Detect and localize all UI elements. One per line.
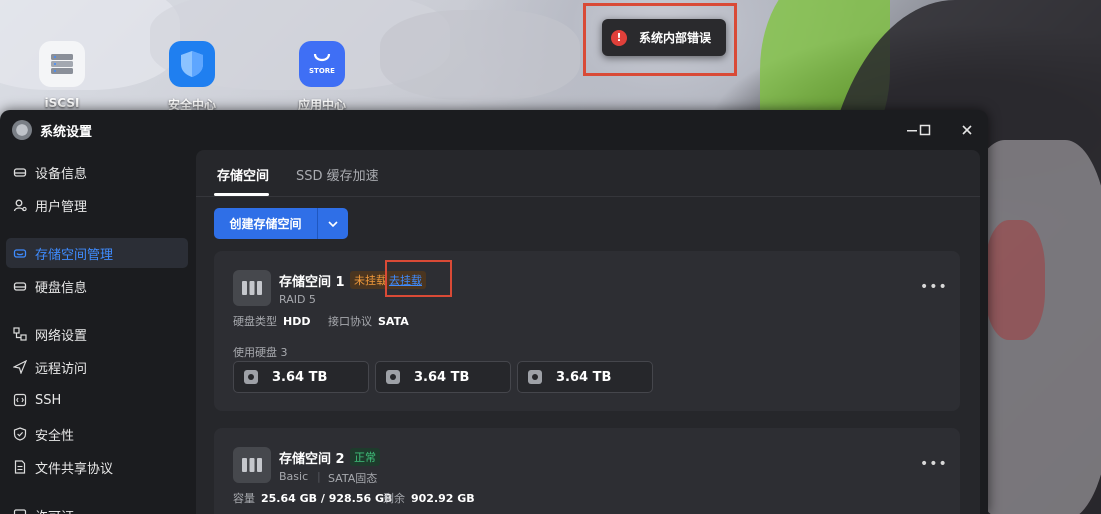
sidebar-item-ssh[interactable]: SSH bbox=[6, 385, 188, 415]
error-toast: ! 系统内部错误 bbox=[602, 19, 726, 56]
sidebar-item-label: 存储空间管理 bbox=[35, 247, 114, 263]
sidebar-item-device-info[interactable]: 设备信息 bbox=[6, 157, 188, 187]
disk-capacity: 3.64 TB bbox=[414, 369, 470, 385]
sidebar-item-remote-access[interactable]: 远程访问 bbox=[6, 352, 188, 382]
hdd-icon bbox=[244, 370, 258, 384]
toast-highlight-box: ! 系统内部错误 bbox=[583, 3, 737, 76]
hdd-icon bbox=[386, 370, 400, 384]
settings-sidebar: 设备信息 用户管理 存储空间管理 硬盘信息 网络设置 远程访问 SSH 安全性 bbox=[0, 150, 196, 514]
toast-message: 系统内部错误 bbox=[639, 31, 712, 45]
license-icon bbox=[13, 508, 27, 514]
remaining-label: 剩余 bbox=[383, 492, 405, 505]
window-title: 系统设置 bbox=[40, 124, 93, 140]
sidebar-item-label: 网络设置 bbox=[35, 328, 88, 344]
sidebar-item-label: 许可证 bbox=[35, 506, 74, 514]
shield-icon bbox=[169, 41, 215, 87]
store-tile-text: STORE bbox=[309, 67, 335, 75]
storage-pool-card: 存储空间 1 未挂载 去挂载 RAID 5 硬盘类型 HDD 接口协议 SATA 使… bbox=[214, 251, 960, 411]
disk-type: 硬盘类型 HDD bbox=[233, 313, 310, 329]
remaining-value: 902.92 GB bbox=[411, 492, 475, 505]
disk-type-label: 硬盘类型 bbox=[233, 315, 277, 328]
hdd-icon bbox=[528, 370, 542, 384]
pool-type: Basic bbox=[279, 470, 309, 483]
sidebar-item-file-sharing[interactable]: 文件共享协议 bbox=[6, 452, 188, 482]
sidebar-item-disk-info[interactable]: 硬盘信息 bbox=[6, 271, 188, 301]
status-badge: 正常 bbox=[350, 448, 380, 466]
desktop-icon-iscsi[interactable]: iSCSI bbox=[22, 41, 102, 110]
storage-icon bbox=[13, 246, 27, 260]
nas-drive-icon bbox=[233, 270, 271, 306]
sidebar-item-label: 用户管理 bbox=[35, 199, 88, 215]
device-icon bbox=[13, 165, 27, 179]
tab-bar: 存储空间 SSD 缓存加速 bbox=[196, 150, 980, 197]
chevron-down-icon[interactable] bbox=[318, 208, 348, 239]
iscsi-server-icon bbox=[39, 41, 85, 87]
used-disks-label: 使用硬盘 3 bbox=[233, 346, 288, 359]
create-storage-button-group: 创建存储空间 bbox=[214, 208, 348, 239]
more-options-icon[interactable]: ••• bbox=[920, 456, 948, 472]
disk-chip[interactable]: 3.64 TB bbox=[375, 361, 511, 393]
tab-storage-space[interactable]: 存储空间 bbox=[217, 165, 269, 184]
sidebar-item-label: 设备信息 bbox=[35, 166, 88, 182]
separator: | bbox=[317, 470, 321, 483]
shield-check-icon bbox=[13, 427, 27, 441]
capacity-value: 25.64 GB / 928.56 GB bbox=[261, 492, 393, 505]
desktop-icon-label: iSCSI bbox=[44, 96, 80, 110]
error-icon: ! bbox=[611, 29, 627, 46]
sidebar-item-label: 远程访问 bbox=[35, 361, 88, 377]
pool-media: SATA固态 bbox=[328, 472, 378, 485]
pool-name: 存储空间 2 bbox=[279, 452, 345, 467]
sidebar-item-label: 文件共享协议 bbox=[35, 461, 114, 477]
ssh-icon bbox=[13, 393, 27, 407]
disk-capacity: 3.64 TB bbox=[556, 369, 612, 385]
mount-link-highlight-box bbox=[385, 260, 452, 297]
disk-chip[interactable]: 3.64 TB bbox=[517, 361, 653, 393]
disk-chip[interactable]: 3.64 TB bbox=[233, 361, 369, 393]
disk-capacity: 3.64 TB bbox=[272, 369, 328, 385]
sidebar-item-network-settings[interactable]: 网络设置 bbox=[6, 319, 188, 349]
sidebar-item-user-management[interactable]: 用户管理 bbox=[6, 190, 188, 220]
storage-pool-card: 存储空间 2 正常 Basic | SATA固态 容量 25.64 GB / 92… bbox=[214, 428, 960, 514]
close-icon[interactable] bbox=[957, 120, 977, 140]
more-options-icon[interactable]: ••• bbox=[920, 279, 948, 295]
disk-icon bbox=[13, 279, 27, 293]
sidebar-item-license[interactable]: 许可证 bbox=[6, 500, 188, 514]
capacity: 容量 25.64 GB / 928.56 GB bbox=[233, 490, 392, 506]
store-bag-icon: STORE bbox=[299, 41, 345, 87]
window-titlebar[interactable]: 系统设置 bbox=[0, 110, 988, 150]
settings-window: 系统设置 设备信息 用户管理 存储空间管理 硬盘信息 网络设置 远程访问 SSH… bbox=[0, 110, 988, 514]
remaining: 剩余 902.92 GB bbox=[383, 490, 475, 506]
capacity-label: 容量 bbox=[233, 492, 255, 505]
interface-label: 接口协议 bbox=[328, 315, 372, 328]
disk-type-value: HDD bbox=[283, 315, 311, 328]
desktop-icon-app-center[interactable]: STORE 应用中心 bbox=[282, 41, 362, 113]
interface-protocol: 接口协议 SATA bbox=[328, 313, 409, 329]
file-icon bbox=[13, 460, 27, 474]
storage-content-panel: 存储空间 SSD 缓存加速 创建存储空间 存储空间 1 未挂载 去挂载 RAID… bbox=[196, 150, 980, 514]
status-badge-text: 未挂载 bbox=[354, 274, 387, 287]
sidebar-item-security[interactable]: 安全性 bbox=[6, 419, 188, 449]
tab-ssd-cache[interactable]: SSD 缓存加速 bbox=[296, 165, 379, 184]
pool-name: 存储空间 1 bbox=[279, 275, 345, 290]
user-icon bbox=[13, 198, 27, 212]
sidebar-item-label: 安全性 bbox=[35, 428, 75, 444]
sidebar-item-label: SSH bbox=[35, 392, 62, 408]
maximize-icon[interactable] bbox=[915, 120, 935, 140]
active-tab-indicator bbox=[214, 193, 269, 196]
sidebar-item-label: 硬盘信息 bbox=[35, 280, 88, 296]
send-icon bbox=[13, 360, 27, 374]
network-icon bbox=[13, 327, 27, 341]
nas-drive-icon bbox=[233, 447, 271, 483]
raid-level: RAID 5 bbox=[279, 293, 316, 306]
create-storage-button[interactable]: 创建存储空间 bbox=[214, 208, 318, 239]
settings-app-icon bbox=[12, 120, 32, 140]
desktop-icon-security-center[interactable]: 安全中心 bbox=[152, 41, 232, 113]
sidebar-item-storage-management[interactable]: 存储空间管理 bbox=[6, 238, 188, 268]
interface-value: SATA bbox=[378, 315, 409, 328]
